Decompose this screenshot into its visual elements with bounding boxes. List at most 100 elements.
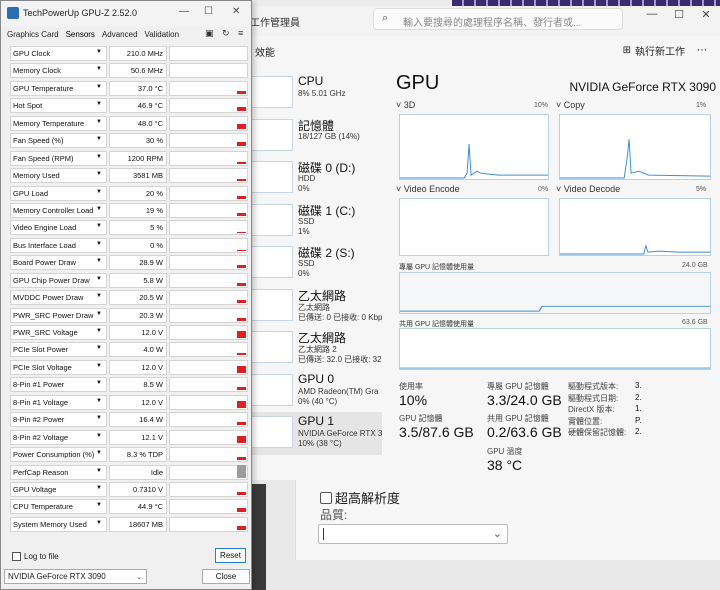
sensor-name[interactable]: Fan Speed (%)	[10, 133, 107, 149]
sensor-name[interactable]: PWR_SRC Voltage	[10, 325, 107, 340]
engine-encode-label[interactable]: ˅ Video Encode	[396, 184, 460, 194]
sensor-name[interactable]: PWR_SRC Power Draw	[10, 307, 107, 323]
sensor-dropdown-icon[interactable]: ▼	[96, 66, 102, 72]
sensor-dropdown-icon[interactable]: ▼	[96, 293, 102, 299]
gpu-select[interactable]: NVIDIA GeForce RTX 3090 ⌄	[4, 569, 147, 584]
close-icon[interactable]: ✕	[698, 8, 714, 24]
search-input[interactable]: ⌕ 輸入要搜尋的處理程序名稱、發行者或...	[373, 8, 623, 30]
device-item[interactable]: 乙太網路 乙太網路 2 已傳送: 32.0 已接收: 32	[246, 327, 382, 370]
sensor-dropdown-icon[interactable]: ▼	[96, 101, 102, 107]
sensor-dropdown-icon[interactable]: ▼	[96, 136, 102, 142]
sensor-name[interactable]: System Memory Used	[10, 516, 107, 532]
sensor-name[interactable]: GPU Voltage	[10, 481, 107, 497]
tab-advanced[interactable]: Advanced	[101, 30, 139, 39]
sensor-dropdown-icon[interactable]: ▼	[96, 189, 102, 195]
sensor-name[interactable]: PCIe Slot Voltage	[10, 359, 107, 375]
close-icon[interactable]: ✕	[232, 6, 240, 17]
refresh-icon[interactable]: ↻	[222, 28, 230, 39]
sensor-name[interactable]: 8-Pin #2 Power	[10, 412, 107, 428]
sensor-name[interactable]: GPU Load	[10, 185, 107, 201]
device-item[interactable]: GPU 1 NVIDIA GeForce RTX 3 10% (38 °C)	[246, 412, 382, 455]
sensor-dropdown-icon[interactable]: ▼	[96, 119, 102, 125]
sensor-name[interactable]: MVDDC Power Draw	[10, 290, 107, 306]
run-new-task-button[interactable]: ⊞ 執行新工作 ⋯	[623, 43, 707, 58]
close-button[interactable]: Close	[202, 569, 250, 584]
sensor-graph	[169, 202, 248, 218]
sensor-name[interactable]: Hot Spot	[10, 98, 107, 114]
sensor-name[interactable]: PCIe Slot Power	[10, 342, 107, 358]
device-item[interactable]: 磁碟 1 (C:) SSD 1%	[246, 200, 382, 243]
sensor-dropdown-icon[interactable]: ▼	[96, 328, 102, 334]
device-item[interactable]: GPU 0 AMD Radeon(TM) Gra 0% (40 °C)	[246, 370, 382, 413]
sensor-name[interactable]: GPU Temperature	[10, 80, 107, 96]
sensor-graph-bar	[237, 300, 246, 304]
log-to-file-label: Log to file	[24, 552, 59, 561]
maximize-icon[interactable]: ☐	[671, 8, 687, 24]
super-resolution-checkbox[interactable]	[320, 491, 332, 504]
sensor-name[interactable]: Board Power Draw	[10, 255, 107, 271]
sensor-dropdown-icon[interactable]: ▼	[96, 502, 102, 508]
device-subtitle: SSD	[298, 259, 315, 268]
tab-validation[interactable]: Validation	[144, 30, 181, 39]
sensor-dropdown-icon[interactable]: ▼	[96, 258, 102, 264]
sensor-dropdown-icon[interactable]: ▼	[96, 520, 102, 526]
sensor-row: Memory Used ▼ 3581 MB	[10, 167, 248, 184]
sensor-name[interactable]: Memory Used	[10, 168, 107, 184]
sensor-dropdown-icon[interactable]: ▼	[96, 380, 102, 386]
sensor-dropdown-icon[interactable]: ▼	[96, 223, 102, 229]
tab-sensors[interactable]: Sensors	[65, 30, 96, 39]
engine-decode-label[interactable]: ˅ Video Decode	[556, 184, 620, 194]
sensor-dropdown-icon[interactable]: ▼	[96, 241, 102, 247]
sensor-dropdown-icon[interactable]: ▼	[96, 311, 102, 317]
menu-icon[interactable]: ≡	[238, 28, 243, 38]
sensor-dropdown-icon[interactable]: ▼	[96, 485, 102, 491]
sensor-name[interactable]: 8-Pin #1 Voltage	[10, 394, 107, 410]
quality-select[interactable]: ⌄	[318, 524, 508, 544]
sensor-name[interactable]: GPU Clock	[10, 46, 107, 61]
camera-icon[interactable]: ▣	[205, 28, 214, 39]
engine-3d-label[interactable]: ˅ 3D	[396, 100, 415, 110]
minimize-icon[interactable]: —	[644, 8, 660, 24]
log-to-file-checkbox[interactable]	[12, 552, 21, 561]
sensor-dropdown-icon[interactable]: ▼	[96, 450, 102, 456]
sensor-name[interactable]: Memory Clock	[10, 63, 107, 79]
sensor-dropdown-icon[interactable]: ▼	[96, 415, 102, 421]
device-item[interactable]: CPU 8% 5.01 GHz	[246, 72, 382, 115]
sensor-dropdown-icon[interactable]: ▼	[96, 84, 102, 90]
super-resolution-option[interactable]: 超高解析度	[320, 488, 400, 507]
sensor-name[interactable]: Fan Speed (RPM)	[10, 150, 107, 166]
sensor-name[interactable]: 8-Pin #1 Power	[10, 377, 107, 393]
reset-button[interactable]: Reset	[215, 548, 246, 563]
more-icon[interactable]: ⋯	[697, 45, 707, 56]
sensor-name[interactable]: GPU Chip Power Draw	[10, 272, 107, 288]
device-item[interactable]: 磁碟 0 (D:) HDD 0%	[246, 157, 382, 200]
minimize-icon[interactable]: —	[179, 6, 189, 17]
sensor-dropdown-icon[interactable]: ▼	[96, 345, 102, 351]
sensor-dropdown-icon[interactable]: ▼	[96, 433, 102, 439]
sensor-name[interactable]: Video Engine Load	[10, 220, 107, 236]
sensor-dropdown-icon[interactable]: ▼	[96, 206, 102, 212]
device-item[interactable]: 乙太網路 乙太網路 已傳送: 0 已接收: 0 Kbp	[246, 285, 382, 328]
tab-graphics-card[interactable]: Graphics Card	[6, 30, 60, 39]
sensor-name[interactable]: Memory Temperature	[10, 115, 107, 131]
sensor-row: Video Engine Load ▼ 5 %	[10, 219, 248, 236]
sensor-dropdown-icon[interactable]: ▼	[96, 363, 102, 369]
sensor-name[interactable]: Power Consumption (%)	[10, 447, 107, 463]
sensor-row: Memory Temperature ▼ 48.0 °C	[10, 115, 248, 132]
sensor-dropdown-icon[interactable]: ▼	[96, 468, 102, 474]
sensor-dropdown-icon[interactable]: ▼	[96, 398, 102, 404]
sensor-name[interactable]: CPU Temperature	[10, 499, 107, 515]
sensor-dropdown-icon[interactable]: ▼	[96, 154, 102, 160]
sensor-dropdown-icon[interactable]: ▼	[96, 49, 102, 55]
sensor-dropdown-icon[interactable]: ▼	[96, 171, 102, 177]
sensor-dropdown-icon[interactable]: ▼	[96, 276, 102, 282]
engine-copy-label[interactable]: ˅ Copy	[556, 100, 585, 110]
log-to-file-option[interactable]: Log to file	[12, 552, 59, 561]
device-item[interactable]: 記憶體 18/127 GB (14%)	[246, 115, 382, 158]
sensor-name[interactable]: Bus Interface Load	[10, 237, 107, 253]
sensor-name[interactable]: Memory Controller Load	[10, 202, 107, 218]
maximize-icon[interactable]: ☐	[204, 6, 213, 17]
device-item[interactable]: 磁碟 2 (S:) SSD 0%	[246, 242, 382, 285]
sensor-name[interactable]: PerfCap Reason	[10, 464, 107, 480]
sensor-name[interactable]: 8-Pin #2 Voltage	[10, 429, 107, 445]
